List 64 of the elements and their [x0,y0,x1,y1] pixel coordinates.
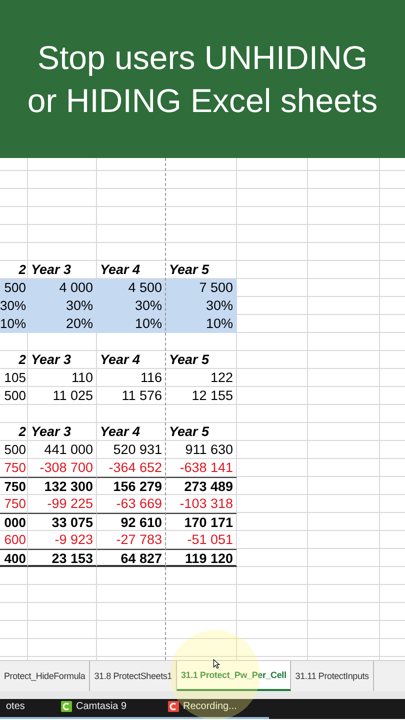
table-cell-text: -308 700 [38,459,94,477]
table-cell: 273 489 [166,477,237,495]
table-cell-text: -63 669 [115,495,163,513]
taskbar-item[interactable]: Recording... [162,699,269,719]
column-header: Year 5 [168,423,210,441]
table-cell: 30% [166,297,237,315]
table-cell: 4 500 [97,279,166,297]
table-cell: 30% [0,297,28,315]
table-cell: 000 [0,513,28,531]
column-header: Year 4 [99,423,142,441]
column-header: Year 3 [30,423,72,441]
table-cell: 750 [0,477,28,495]
column-header: Year 5 [168,351,210,369]
column-header: Year 3 [30,351,72,369]
table-cell-text: -99 225 [46,495,94,513]
table-cell: 30% [97,297,166,315]
table-cell-text: 600 [3,531,27,549]
table-cell: 30% [28,297,97,315]
column-header: Year 5 [168,261,210,279]
table-cell-text: 11 576 [120,387,163,405]
table-cell: 170 171 [166,513,237,531]
column-header: 2 [18,351,27,369]
table-cell: 10% [97,315,166,333]
table-cell-text: -51 051 [186,531,234,549]
table-cell-text: -638 141 [178,459,234,477]
table-cell-text: -103 318 [178,495,234,513]
taskbar-item[interactable]: Camtasia 9 [55,699,162,719]
table-cell-text: 520 931 [112,441,163,459]
table-cell: 156 279 [97,477,166,495]
table-cell: 20% [28,315,97,333]
table-cell-text: 500 [3,441,27,459]
table-cell: 400 [0,549,28,567]
table-cell: 132 300 [28,477,97,495]
table-cell: 92 610 [97,513,166,531]
table-cell-text: 122 [209,369,234,387]
banner-title: Stop users UNHIDING or HIDING Excel sheets [26,38,379,121]
table-cell: 500 [0,279,28,297]
table-cell-text: -27 783 [115,531,163,549]
table-cell-text: 110 [70,369,94,387]
table-cell-text: 750 [3,459,27,477]
table-cell-text: 441 000 [43,441,94,459]
table-cell: 33 075 [28,513,97,531]
table-cell-text: -9 923 [54,531,94,549]
table-cell: 7 500 [166,279,237,297]
table-cell-text: 116 [139,369,163,387]
column-header: 2 [18,261,27,279]
table-cell: 64 827 [97,549,166,567]
table-cell-text: 750 [3,495,27,513]
table-cell: 23 153 [28,549,97,567]
table-cell: 4 000 [28,279,97,297]
table-cell-text: 500 [3,387,27,405]
column-header: Year 4 [99,351,142,369]
table-cell: 119 120 [166,549,237,567]
table-cell: 10% [0,315,28,333]
mouse-cursor-icon [213,659,220,669]
table-cell-text: 911 630 [184,441,234,459]
table-cell-text: -364 652 [108,459,163,477]
table-cell-text: 11 025 [52,387,94,405]
column-header: Year 4 [99,261,142,279]
table-cell-text: 105 [3,369,27,387]
column-header: Year 3 [30,261,72,279]
table-cell: 10% [166,315,237,333]
column-header: 2 [18,423,27,441]
table-cell-text: 12 155 [190,387,234,405]
